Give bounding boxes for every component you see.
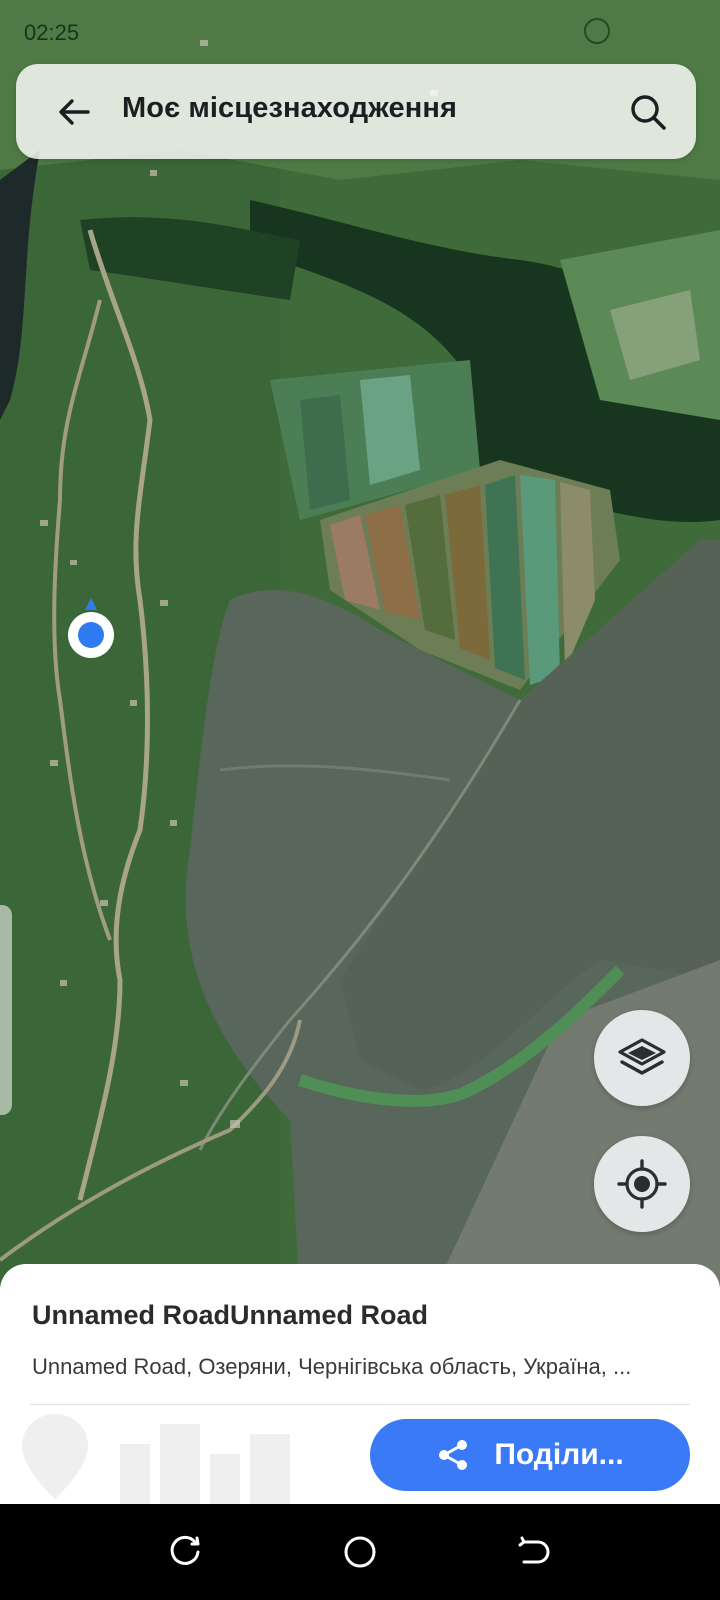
- satellite-map[interactable]: [0, 0, 720, 1300]
- my-location-icon: [617, 1159, 667, 1209]
- my-location-button[interactable]: [594, 1136, 690, 1232]
- system-nav-bar: [0, 1504, 720, 1600]
- search-icon: [631, 95, 666, 130]
- share-button[interactable]: Поділи...: [370, 1419, 690, 1491]
- place-address: Unnamed Road, Озеряни, Чернігівська обла…: [32, 1354, 632, 1379]
- back-button[interactable]: [48, 86, 100, 138]
- home-button[interactable]: [338, 1530, 382, 1574]
- search-title[interactable]: Моє місцезнаходження: [122, 92, 457, 125]
- status-time: 02:25: [24, 20, 80, 45]
- share-icon: [439, 1440, 468, 1470]
- current-location-marker: [66, 596, 116, 660]
- back-gesture-icon: [518, 1536, 550, 1564]
- recent-apps-button[interactable]: [163, 1530, 207, 1574]
- divider: [30, 1404, 690, 1405]
- pin-city-illustration: [22, 1414, 290, 1504]
- layers-button[interactable]: [594, 1010, 690, 1106]
- place-info-sheet: Unnamed RoadUnnamed Road Unnamed Road, О…: [0, 1264, 720, 1504]
- status-bar: 02:25: [0, 0, 720, 60]
- search-bar[interactable]: Моє місцезнаходження: [16, 64, 696, 159]
- side-panel-handle[interactable]: [0, 905, 12, 1115]
- layers-icon: [618, 1038, 666, 1075]
- alarm-icon: [584, 18, 610, 44]
- home-icon: [344, 1536, 376, 1568]
- share-label: Поділи...: [494, 1438, 624, 1471]
- place-title: Unnamed RoadUnnamed Road: [32, 1300, 429, 1330]
- system-back-button[interactable]: [512, 1530, 556, 1574]
- recent-apps-icon: [170, 1535, 200, 1565]
- search-button[interactable]: [622, 86, 674, 138]
- arrow-left-icon: [59, 99, 90, 125]
